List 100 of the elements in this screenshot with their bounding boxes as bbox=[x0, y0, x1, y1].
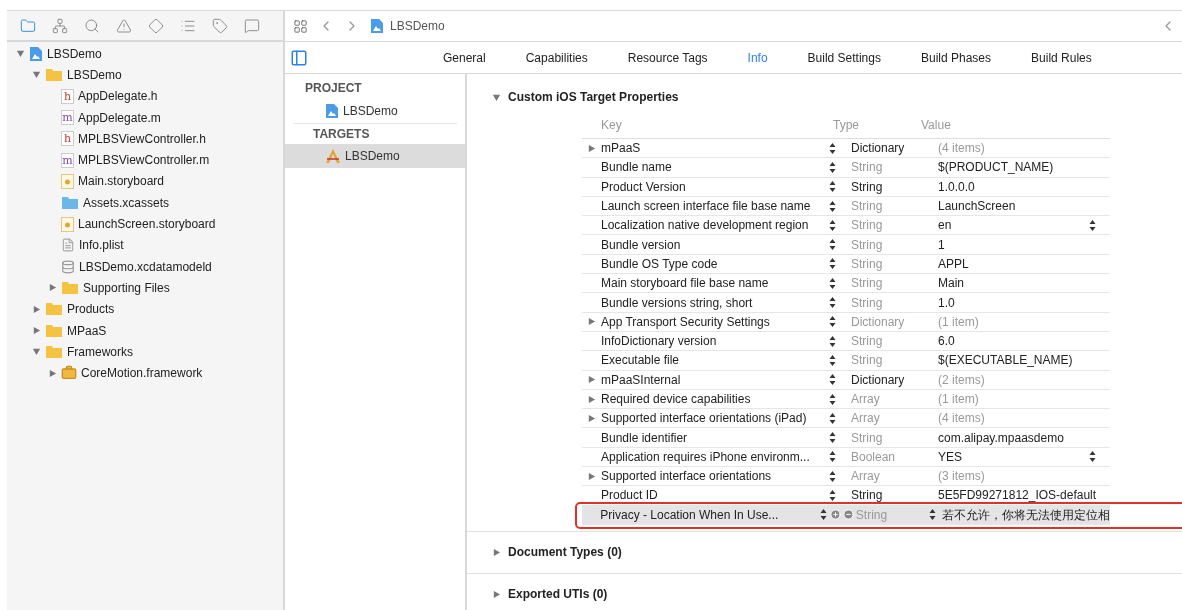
section-title[interactable]: Exported UTIs (0) bbox=[508, 585, 608, 604]
column-header: Value bbox=[921, 117, 951, 134]
property-row[interactable]: InfoDictionary version String 6.0 bbox=[582, 331, 1110, 352]
target-list-item[interactable]: LBSDemo bbox=[285, 99, 465, 123]
stepper-icon[interactable] bbox=[829, 315, 836, 329]
navigator-item[interactable]: LBSDemo bbox=[47, 44, 102, 63]
stepper-icon[interactable] bbox=[929, 508, 936, 522]
navigator-item[interactable]: CoreMotion.framework bbox=[81, 364, 203, 383]
navigator-item[interactable]: MPaaS bbox=[67, 321, 107, 340]
folder-icon[interactable] bbox=[20, 17, 36, 34]
stepper-icon[interactable] bbox=[829, 489, 836, 502]
stepper-icon[interactable] bbox=[829, 238, 836, 252]
disclosure-triangle-icon[interactable] bbox=[492, 589, 501, 599]
sidebar-toggle-icon[interactable] bbox=[290, 48, 308, 67]
stepper-icon[interactable] bbox=[829, 276, 836, 290]
property-row[interactable]: Application requires iPhone environm... Boolean YES bbox=[582, 447, 1110, 468]
stepper-icon[interactable] bbox=[829, 296, 836, 309]
stepper-icon[interactable] bbox=[829, 392, 836, 406]
property-row[interactable]: Privacy - Location When In Use... String 若不允许，你将无法使用定位相 bbox=[582, 505, 1110, 525]
section-title[interactable]: Document Types (0) bbox=[508, 543, 622, 562]
popup-stepper-icon[interactable] bbox=[1089, 218, 1096, 232]
navigator-item[interactable]: AppDelegate.m bbox=[78, 108, 161, 127]
navigator-item[interactable]: Products bbox=[67, 300, 115, 319]
editor-tab[interactable]: Build Settings bbox=[807, 48, 881, 67]
property-row[interactable]: Bundle name String $(PRODUCT_NAME) bbox=[582, 158, 1110, 178]
property-row[interactable]: Bundle identifier String com.alipay.mpaasdemo bbox=[582, 428, 1110, 448]
editor-tab[interactable]: Build Phases bbox=[921, 48, 992, 67]
editor-tab[interactable]: General bbox=[443, 48, 486, 67]
property-row[interactable]: Bundle OS Type code String APPL bbox=[582, 254, 1110, 275]
stepper-icon[interactable] bbox=[829, 141, 836, 155]
property-row[interactable]: Launch screen interface file base name String LaunchScreen bbox=[582, 196, 1110, 217]
jump-bar-label[interactable]: LBSDemo bbox=[390, 17, 445, 35]
stepper-icon[interactable] bbox=[829, 180, 836, 194]
grid-icon[interactable] bbox=[293, 18, 308, 34]
property-row[interactable]: Supported interface orientations (iPad) Array (4 items) bbox=[582, 409, 1110, 429]
disclosure-triangle-icon[interactable] bbox=[492, 92, 501, 102]
stepper-icon[interactable] bbox=[829, 218, 836, 232]
editor-tab[interactable]: Capabilities bbox=[525, 48, 588, 67]
stepper-icon[interactable] bbox=[829, 431, 836, 445]
property-row[interactable]: App Transport Security Settings Dictionary (1 item) bbox=[582, 312, 1110, 332]
disclosure-triangle-icon[interactable] bbox=[587, 471, 596, 481]
section-title[interactable]: Custom iOS Target Properties bbox=[508, 88, 679, 106]
property-key: Launch screen interface file base name bbox=[601, 197, 829, 216]
stepper-icon[interactable] bbox=[829, 373, 836, 387]
property-type: String bbox=[851, 198, 884, 216]
property-row[interactable]: Product Version String 1.0.0.0 bbox=[582, 177, 1110, 197]
tag-icon[interactable] bbox=[212, 17, 228, 34]
navigator-item[interactable]: Info.plist bbox=[79, 236, 124, 255]
disclosure-triangle-icon[interactable] bbox=[31, 70, 41, 80]
warning-icon[interactable] bbox=[116, 17, 132, 34]
navigator-item[interactable]: LBSDemo bbox=[67, 65, 122, 84]
target-list-item[interactable]: LBSDemo bbox=[285, 144, 465, 168]
stepper-icon[interactable] bbox=[829, 450, 836, 464]
navigator-item[interactable]: LBSDemo.xcdatamodeld bbox=[79, 257, 212, 276]
property-row[interactable]: Supported interface orientations Array (3 items) bbox=[582, 467, 1110, 487]
property-row[interactable]: Product ID String 5E5FD99271812_IOS-default bbox=[582, 486, 1110, 506]
property-row[interactable]: Executable file String $(EXECUTABLE_NAME) bbox=[582, 351, 1110, 371]
disclosure-triangle-icon[interactable] bbox=[15, 49, 25, 59]
property-row[interactable]: Required device capabilities Array (1 item) bbox=[582, 389, 1110, 410]
stepper-icon[interactable] bbox=[829, 257, 836, 271]
stepper-icon[interactable] bbox=[829, 469, 836, 483]
navigator-item[interactable]: AppDelegate.h bbox=[78, 87, 158, 106]
stepper-icon[interactable] bbox=[829, 334, 836, 348]
disclosure-triangle-icon[interactable] bbox=[47, 283, 57, 293]
property-key: Supported interface orientations bbox=[601, 467, 829, 486]
navigator-item[interactable]: Frameworks bbox=[67, 342, 133, 361]
disclosure-triangle-icon[interactable] bbox=[587, 317, 596, 327]
navigator-item[interactable]: Assets.xcassets bbox=[83, 193, 170, 212]
editor-tab[interactable]: Build Rules bbox=[1031, 48, 1092, 67]
editor-tab[interactable]: Info bbox=[747, 48, 768, 67]
navigator-item[interactable]: MPLBSViewController.m bbox=[78, 151, 210, 170]
disclosure-triangle-icon[interactable] bbox=[31, 347, 41, 357]
navigator-item[interactable]: Supporting Files bbox=[83, 278, 170, 297]
property-row[interactable]: Main storyboard file base name String Main bbox=[582, 274, 1110, 294]
navigator-item[interactable]: Main.storyboard bbox=[78, 172, 165, 191]
property-row[interactable]: mPaaS Dictionary (4 items) bbox=[582, 139, 1110, 159]
editor-tab[interactable]: Resource Tags bbox=[627, 48, 708, 67]
navigator-item[interactable]: MPLBSViewController.h bbox=[78, 129, 206, 148]
disclosure-triangle-icon[interactable] bbox=[31, 326, 41, 335]
stepper-icon[interactable] bbox=[819, 508, 827, 522]
disclosure-triangle-icon[interactable] bbox=[31, 304, 41, 314]
property-type: Dictionary bbox=[851, 313, 906, 331]
stepper-icon[interactable] bbox=[829, 160, 836, 174]
property-row[interactable]: Localization native development region String en bbox=[582, 216, 1110, 236]
stepper-icon[interactable] bbox=[829, 353, 836, 367]
disclosure-triangle-icon[interactable] bbox=[492, 547, 501, 557]
search-icon[interactable] bbox=[84, 17, 100, 34]
remove-icon[interactable] bbox=[842, 509, 854, 521]
navigator-item[interactable]: LaunchScreen.storyboard bbox=[78, 215, 216, 233]
property-row[interactable]: Bundle version String 1 bbox=[582, 235, 1110, 255]
stepper-icon[interactable] bbox=[829, 199, 836, 213]
disclosure-triangle-icon[interactable] bbox=[47, 368, 57, 378]
popup-stepper-icon[interactable] bbox=[1089, 450, 1096, 464]
property-row[interactable]: mPaaSInternal Dictionary (2 items) bbox=[582, 370, 1110, 390]
disclosure-triangle-icon[interactable] bbox=[587, 143, 596, 153]
diamond-icon[interactable] bbox=[148, 17, 164, 34]
hierarchy-icon[interactable] bbox=[52, 17, 68, 34]
message-icon[interactable] bbox=[244, 17, 260, 34]
property-row[interactable]: Bundle versions string, short String 1.0 bbox=[582, 293, 1110, 313]
stepper-icon[interactable] bbox=[829, 411, 836, 425]
